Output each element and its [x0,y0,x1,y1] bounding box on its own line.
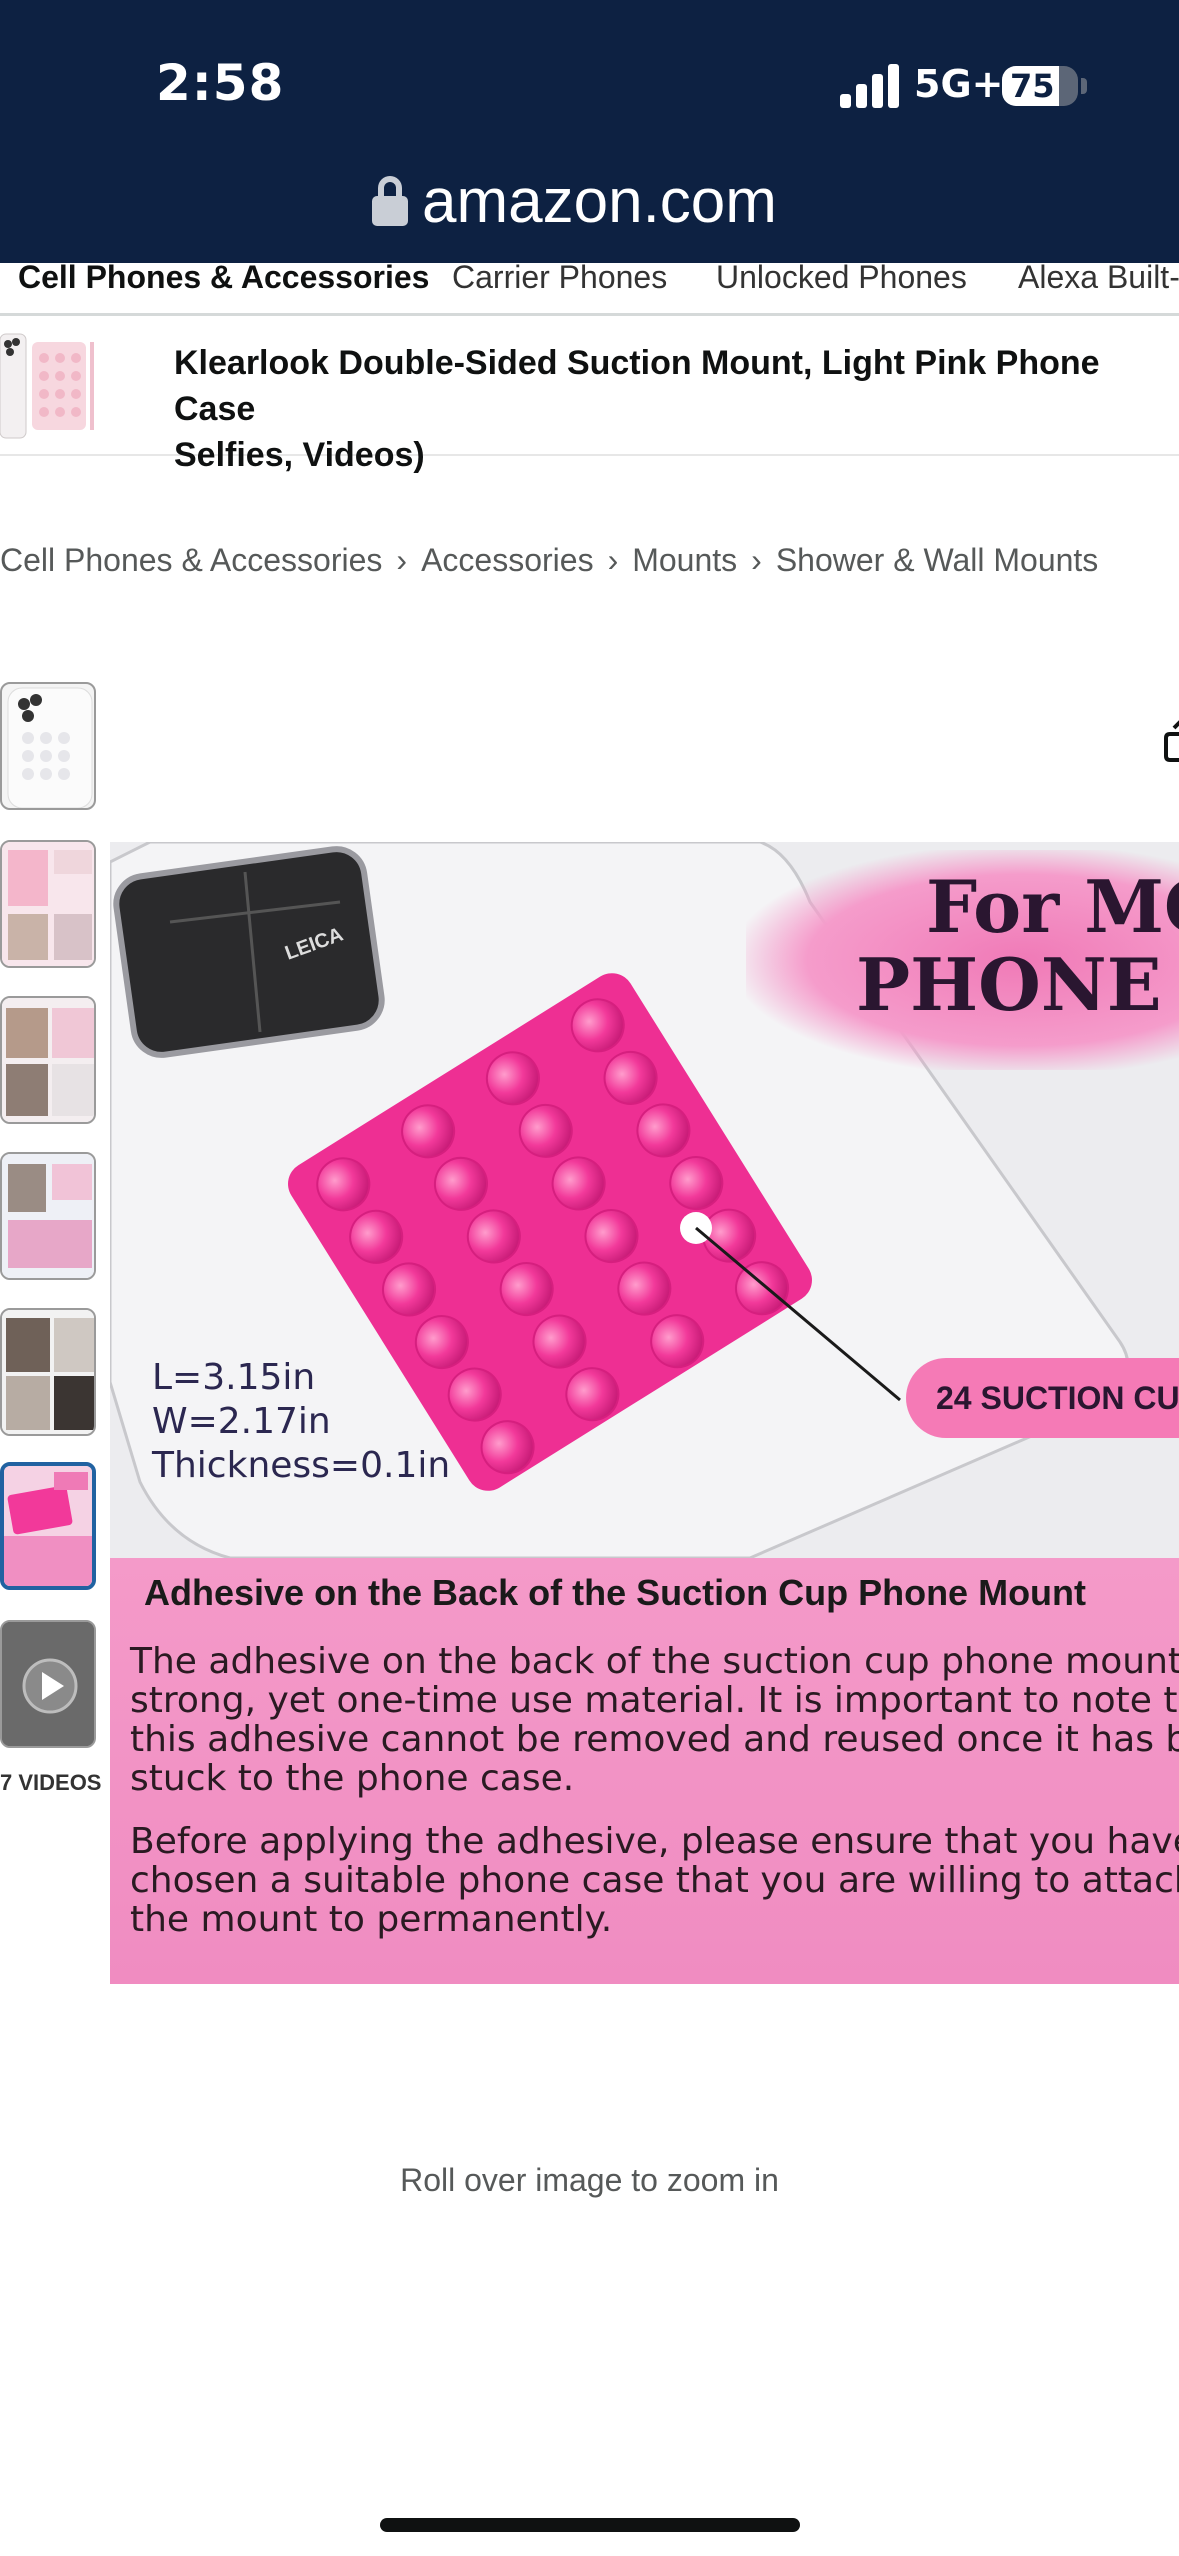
para2-line: Before applying the adhesive, please ens… [130,1821,1179,1862]
headline-line1: For MOST [926,864,1179,949]
lock-icon [372,176,408,226]
para2-line: chosen a suitable phone case that you ar… [130,1860,1179,1901]
headline-badge: For MOST PHONE CAS [746,850,1179,1070]
panel-paragraph-1: The adhesive on the back of the suction … [130,1642,1179,1798]
address-bar[interactable]: amazon.com [372,166,777,236]
category-cell-phones[interactable]: Cell Phones & Accessories [18,263,429,296]
zoom-hint: Roll over image to zoom in [400,2162,779,2198]
cellular-signal-icon [840,64,900,108]
para1-line: this adhesive cannot be removed and reus… [130,1719,1179,1760]
category-carrier-phones[interactable]: Carrier Phones [452,263,667,296]
dim-width: W=2.17in [152,1401,331,1442]
thumbnail-6-selected[interactable] [0,1462,96,1590]
main-product-image[interactable]: LEICA For MOST PHONE CAS 24 SUCTION CU L… [110,842,1179,1984]
battery-icon: 75 [1002,66,1078,106]
breadcrumb-mounts[interactable]: Mounts [632,542,737,578]
dim-thickness: Thickness=0.1in [152,1445,451,1486]
breadcrumb-accessories[interactable]: Accessories [421,542,594,578]
category-unlocked-phones[interactable]: Unlocked Phones [716,263,967,296]
thumbnail-5[interactable] [0,1308,96,1436]
url-text: amazon.com [422,166,777,236]
breadcrumb-cell-phones[interactable]: Cell Phones & Accessories [0,542,382,578]
product-title[interactable]: Klearlook Double-Sided Suction Mount, Li… [174,340,1179,478]
breadcrumb-separator: › [607,542,619,578]
thumbnail-1[interactable] [0,682,96,810]
headline-line2: PHONE CAS [856,942,1179,1027]
category-alexa[interactable]: Alexa Built- [1018,263,1179,296]
category-nav: Cell Phones & Accessories Carrier Phones… [0,263,1179,316]
browser-header: 2:58 5G+ 75 amazon.com [0,0,1179,263]
thumbnail-3[interactable] [0,996,96,1124]
share-icon[interactable] [1162,716,1179,762]
battery-tip [1081,78,1087,94]
breadcrumb-separator: › [396,542,408,578]
para2-line: the mount to permanently. [130,1899,613,1940]
breadcrumb-separator: › [751,542,762,578]
product-header: Klearlook Double-Sided Suction Mount, Li… [0,316,1179,474]
suction-count-label: 24 SUCTION CU [906,1358,1179,1438]
product-title-line2: Selfies, Videos) [174,436,425,474]
dimensions-text: L=3.15in W=2.17in Thickness=0.1in [152,1356,450,1488]
video-thumbnail[interactable] [0,1620,96,1748]
panel-paragraph-2: Before applying the adhesive, please ens… [130,1822,1179,1939]
para1-line: strong, yet one-time use material. It is… [130,1680,1179,1721]
battery-level: 75 [1010,67,1055,105]
breadcrumb-shower-wall-mounts[interactable]: Shower & Wall Mounts [776,542,1098,578]
thumbnail-4[interactable] [0,1152,96,1280]
videos-count-label[interactable]: 7 VIDEOS [0,1770,101,1796]
status-time: 2:58 [156,54,285,112]
dim-length: L=3.15in [152,1357,316,1398]
network-type: 5G+ [914,62,1004,106]
breadcrumb: Cell Phones & Accessories › Accessories › Mo… [0,542,1098,579]
thumbnail-2[interactable] [0,840,96,968]
para1-line: stuck to the phone case. [130,1758,575,1799]
product-title-line1: Klearlook Double-Sided Suction Mount, Li… [174,344,1100,428]
home-indicator[interactable] [380,2518,800,2532]
para1-line: The adhesive on the back of the suction … [130,1641,1179,1682]
adhesive-info-panel: Adhesive on the Back of the Suction Cup … [110,1558,1179,1984]
product-thumbnail[interactable] [0,328,100,442]
panel-heading: Adhesive on the Back of the Suction Cup … [144,1572,1087,1613]
